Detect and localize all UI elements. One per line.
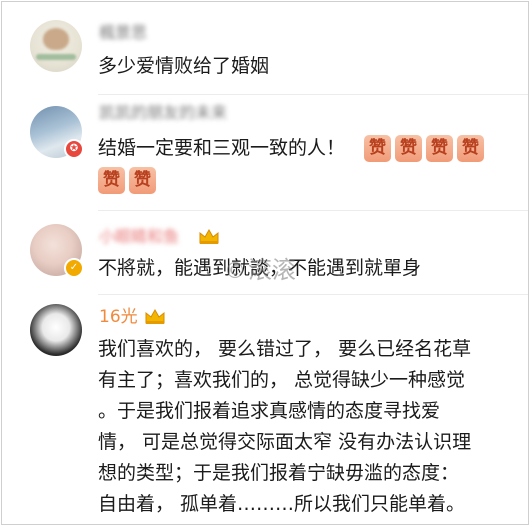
zan-emoji: 赞 [395, 135, 422, 162]
comment-text: 我们喜欢的， 要么错过了， 要么已经名花草 有主了；喜欢我们的， 总觉得缺少一种… [98, 334, 471, 520]
comment-username[interactable]: 16光 [99, 307, 138, 327]
crown-icon [145, 308, 165, 324]
comment-text-line: 。于是我们报着追求真感情的态度寻找爱 [98, 400, 441, 422]
verified-badge-icon: ✪ [64, 139, 84, 159]
emoji-row: 赞赞赞赞 [364, 135, 488, 162]
watermark: ©滚滚 [224, 256, 296, 286]
copyright-icon: © [224, 259, 246, 284]
zan-emoji: 赞 [98, 167, 125, 194]
comment-text: 多少爱情败给了婚姻 [98, 51, 269, 82]
comment-username[interactable]: 楓景思 [99, 23, 147, 43]
divider [98, 210, 528, 211]
comment-text-line: 想的类型；于是我们报着宁缺毋滥的态度： [98, 462, 460, 484]
zan-emoji: 赞 [364, 135, 391, 162]
comment-text-line: 我们喜欢的， 要么错过了， 要么已经名花草 [98, 338, 472, 360]
watermark-text: 滚滚 [248, 256, 296, 284]
bear-avatar-icon [43, 28, 69, 50]
emoji-row: 赞赞 [98, 167, 160, 194]
comment-text-line: 自由着， 孤单着………所以我们只能单着。 [98, 493, 466, 515]
avatar[interactable] [30, 20, 82, 72]
zan-emoji: 赞 [457, 135, 484, 162]
avatar[interactable] [30, 304, 82, 356]
divider [98, 294, 528, 295]
comment-username[interactable]: 小眼睛和鱼 [99, 227, 179, 247]
comment-username[interactable]: 凯凯的朋友的未来 [99, 103, 227, 123]
comment-text-line: 结婚一定要和三观一致的人！ [98, 137, 346, 159]
avatar-caption-shape [36, 54, 76, 60]
zan-emoji: 赞 [426, 135, 453, 162]
comment-text-line: 情， 可是总觉得交际面太窄 没有办法认识理 [98, 431, 472, 453]
crown-icon [199, 228, 219, 244]
divider [98, 94, 528, 95]
comment-text-line: 有主了；喜欢我们的， 总觉得缺少一种感觉 [98, 369, 466, 391]
comment-list: 楓景思 多少爱情败给了婚姻 ✪ 凯凯的朋友的未来 结婚一定要和三观一致的人！ 赞… [1, 1, 529, 525]
zan-emoji: 赞 [129, 167, 156, 194]
comment-text: 结婚一定要和三观一致的人！ [98, 133, 345, 164]
comment-text-line: 多少爱情败给了婚姻 [98, 55, 270, 77]
verified-badge-icon: ✓ [64, 258, 84, 278]
